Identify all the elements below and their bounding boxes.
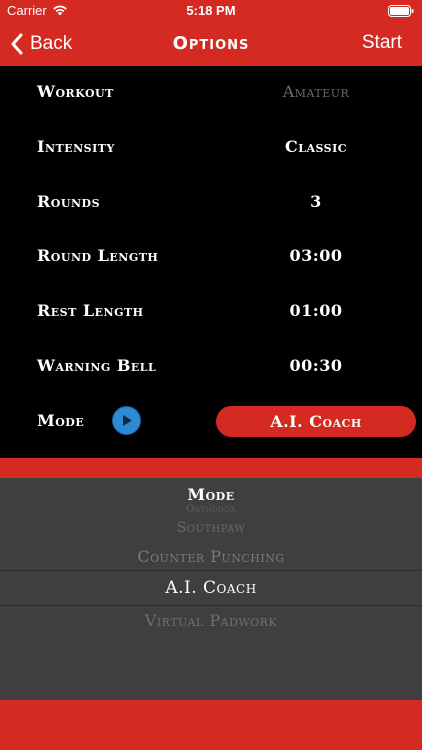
picker-option[interactable]: Virtual Padwork: [0, 611, 422, 630]
page-title: Options: [172, 33, 250, 54]
status-time: 5:18 PM: [186, 3, 236, 18]
battery-icon: [388, 5, 414, 17]
status-bar: Carrier 5:18 PM: [0, 0, 422, 22]
option-value[interactable]: Classic: [216, 137, 416, 156]
play-button[interactable]: [112, 406, 141, 435]
picker-option[interactable]: Orthodox: [0, 504, 422, 515]
picker-option[interactable]: Southpaw: [0, 520, 422, 536]
option-row-workout[interactable]: Workout Amateur: [0, 66, 422, 121]
option-value[interactable]: Amateur: [216, 82, 416, 101]
start-button[interactable]: Start: [362, 32, 402, 54]
option-value[interactable]: 03:00: [216, 246, 416, 265]
option-label: Mode: [37, 411, 85, 430]
picker-option[interactable]: Counter Punching: [0, 547, 422, 566]
option-label: Rounds: [37, 192, 101, 211]
divider-bar: [0, 458, 422, 478]
option-value[interactable]: 3: [216, 192, 416, 211]
option-row-warning-bell[interactable]: Warning Bell 00:30: [0, 340, 422, 395]
option-row-intensity[interactable]: Intensity Classic: [0, 121, 422, 176]
option-row-round-length[interactable]: Round Length 03:00: [0, 230, 422, 285]
option-label: Warning Bell: [37, 356, 157, 375]
bottom-bar: [0, 700, 422, 750]
option-row-rounds[interactable]: Rounds 3: [0, 176, 422, 231]
option-label: Rest Length: [37, 301, 144, 320]
play-icon: [122, 415, 132, 426]
option-label: Workout: [37, 82, 114, 101]
navigation-header: Carrier 5:18 PM Back Options Start: [0, 0, 422, 66]
options-list: Workout Amateur Intensity Classic Rounds…: [0, 66, 422, 458]
option-label: Intensity: [37, 137, 115, 156]
option-row-rest-length[interactable]: Rest Length 01:00: [0, 285, 422, 340]
mode-selector-label: A.I. Coach: [270, 412, 362, 431]
picker-selection-line: [0, 605, 422, 606]
option-label: Round Length: [37, 246, 159, 265]
picker-selection-line: [0, 570, 422, 571]
option-value[interactable]: 01:00: [216, 301, 416, 320]
picker-title: Mode: [187, 485, 235, 504]
mode-picker[interactable]: Mode Orthodox Southpaw Counter Punching …: [0, 478, 422, 700]
picker-option-selected[interactable]: A.I. Coach: [0, 578, 422, 598]
mode-selector-button[interactable]: A.I. Coach: [216, 406, 416, 437]
option-value[interactable]: 00:30: [216, 356, 416, 375]
